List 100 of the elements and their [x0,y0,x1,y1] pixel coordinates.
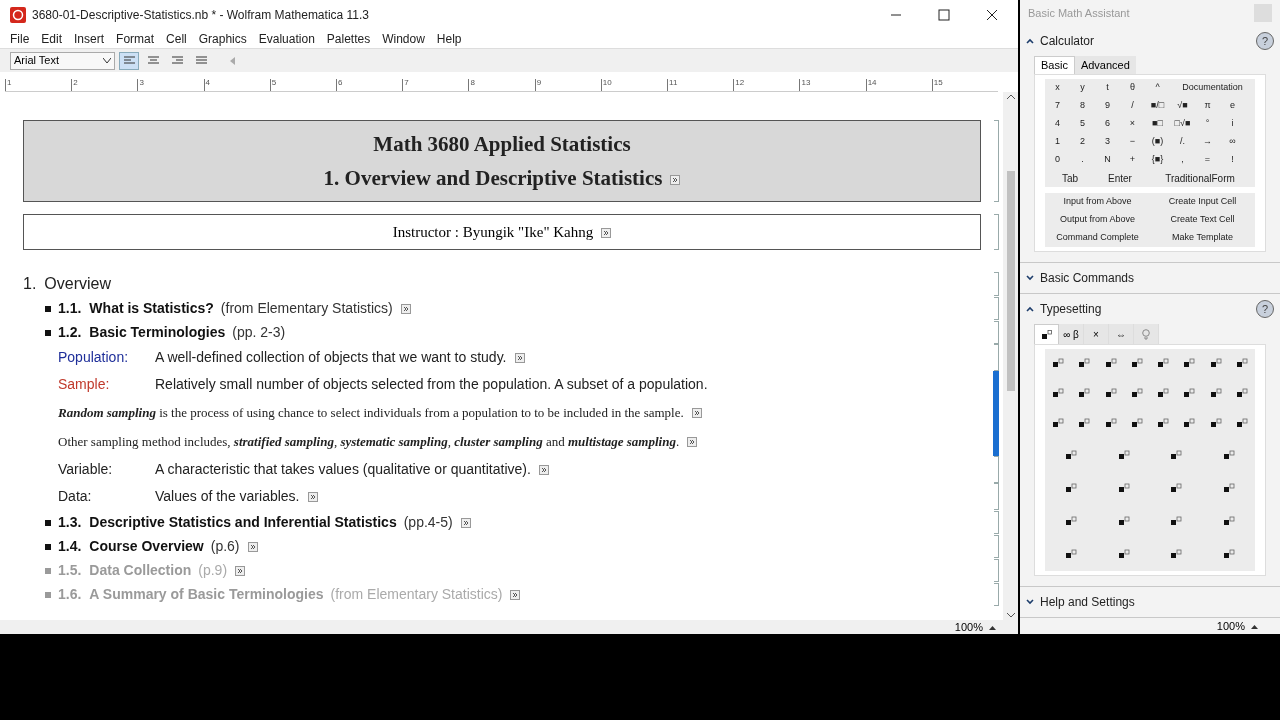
action-button[interactable]: Command Complete [1045,229,1150,247]
template-icon[interactable] [1103,418,1118,430]
menu-item[interactable]: Graphics [192,30,253,48]
calculator-key[interactable]: 9 [1095,97,1120,115]
caret-icon[interactable] [989,624,996,630]
link-icon[interactable] [670,175,681,186]
calculator-key[interactable]: x [1045,79,1070,97]
documentation-button[interactable]: Documentation [1170,79,1255,97]
template-icon[interactable] [1051,388,1066,400]
scroll-down-icon[interactable] [1006,613,1015,618]
calculator-key[interactable]: , [1170,151,1195,169]
expand-icon[interactable] [1026,599,1034,605]
link-icon[interactable] [691,407,702,418]
subsection-title[interactable]: Basic Terminologies [89,322,226,343]
section-header[interactable]: Basic Commands [1040,269,1274,287]
calculator-key[interactable]: + [1120,151,1145,169]
calculator-key[interactable]: . [1070,151,1095,169]
template-icon[interactable] [1208,358,1223,370]
help-button[interactable]: ? [1256,300,1274,318]
calculator-key[interactable]: /. [1170,133,1195,151]
link-icon[interactable] [247,541,258,552]
template-icon[interactable] [1156,388,1171,400]
calculator-key[interactable]: 1 [1045,133,1070,151]
section-header[interactable]: Calculator [1040,32,1250,50]
scrollbar-thumb[interactable] [1006,171,1015,391]
link-icon[interactable] [460,517,471,528]
template-icon[interactable] [1129,358,1144,370]
calculator-key[interactable]: − [1120,133,1145,151]
align-button[interactable] [119,51,139,70]
calculator-key[interactable]: = [1195,151,1220,169]
help-button[interactable]: ? [1256,32,1274,50]
template-icon[interactable] [1156,358,1171,370]
calculator-key[interactable]: ° [1195,115,1220,133]
action-button[interactable]: Make Template [1150,229,1255,247]
collapse-icon[interactable] [1026,38,1034,44]
template-icon[interactable] [1182,418,1197,430]
cell-bracket[interactable] [994,456,999,483]
cell-bracket[interactable] [994,297,999,320]
cell-bracket[interactable] [993,371,999,398]
calculator-key[interactable]: □√■ [1170,115,1195,133]
palette-tab[interactable]: ⇔ [1109,324,1134,344]
calculator-key[interactable]: 6 [1095,115,1120,133]
palette-tab[interactable]: × [1084,324,1109,344]
calculator-key[interactable]: θ [1120,79,1145,97]
link-icon[interactable] [307,491,318,502]
calculator-key[interactable]: × [1120,115,1145,133]
cell-bracket[interactable] [993,427,999,456]
section-header[interactable]: Help and Settings [1040,593,1274,611]
zoom-level[interactable]: 100% [954,618,983,636]
cell-bracket[interactable] [994,511,999,534]
palette-tab[interactable]: Basic [1034,56,1075,74]
palette-tab[interactable]: Advanced [1074,56,1136,74]
link-icon[interactable] [510,589,521,600]
calculator-key[interactable]: t [1095,79,1120,97]
subsection-title[interactable]: What is Statistics? [89,298,214,319]
calculator-key[interactable]: 8 [1070,97,1095,115]
action-button[interactable]: Output from Above [1045,211,1150,229]
calculator-key[interactable]: → [1195,133,1220,151]
calculator-key[interactable]: ! [1220,151,1245,169]
template-icon[interactable] [1051,358,1066,370]
template-icon[interactable] [1103,358,1118,370]
link-icon[interactable] [601,228,612,239]
calculator-key[interactable]: Tab [1045,169,1095,187]
cell-bracket[interactable] [994,272,999,296]
menu-item[interactable]: Insert [68,30,111,48]
maximize-icon[interactable] [938,9,950,21]
calculator-key[interactable]: e [1220,97,1245,115]
calculator-key[interactable]: / [1120,97,1145,115]
menu-item[interactable]: Palettes [320,30,377,48]
template-icon[interactable] [1234,358,1249,370]
calculator-key[interactable]: √■ [1170,97,1195,115]
template-icon[interactable] [1208,388,1223,400]
template-icon[interactable] [1182,358,1197,370]
palette-tab[interactable]: ∞ β [1059,324,1084,344]
expand-icon[interactable] [1026,275,1034,281]
caret-icon[interactable] [1251,623,1258,629]
calculator-key[interactable]: y [1070,79,1095,97]
cell-bracket[interactable] [994,120,999,202]
close-icon[interactable] [986,9,998,21]
calculator-key[interactable]: ∞ [1220,133,1245,151]
link-icon[interactable] [538,464,549,475]
menu-item[interactable]: Window [376,30,431,48]
zoom-level[interactable]: 100% [1216,617,1245,635]
calculator-key[interactable]: TraditionalForm [1145,169,1255,187]
calculator-key[interactable]: N [1095,151,1120,169]
template-icon[interactable] [1051,418,1066,430]
link-icon[interactable] [400,303,411,314]
link-icon[interactable] [687,436,698,447]
section-header[interactable]: Typesetting [1040,300,1250,318]
cell-bracket[interactable] [994,483,999,510]
template-icon[interactable] [1103,388,1118,400]
calculator-key[interactable]: 5 [1070,115,1095,133]
template-icon[interactable] [1129,388,1144,400]
calculator-key[interactable]: 0 [1045,151,1070,169]
menu-item[interactable]: Evaluation [252,30,321,48]
link-icon[interactable] [235,565,246,576]
action-button[interactable]: Create Input Cell [1150,193,1255,211]
template-icon[interactable] [1077,388,1092,400]
calculator-key[interactable]: 7 [1045,97,1070,115]
calculator-key[interactable]: 4 [1045,115,1070,133]
